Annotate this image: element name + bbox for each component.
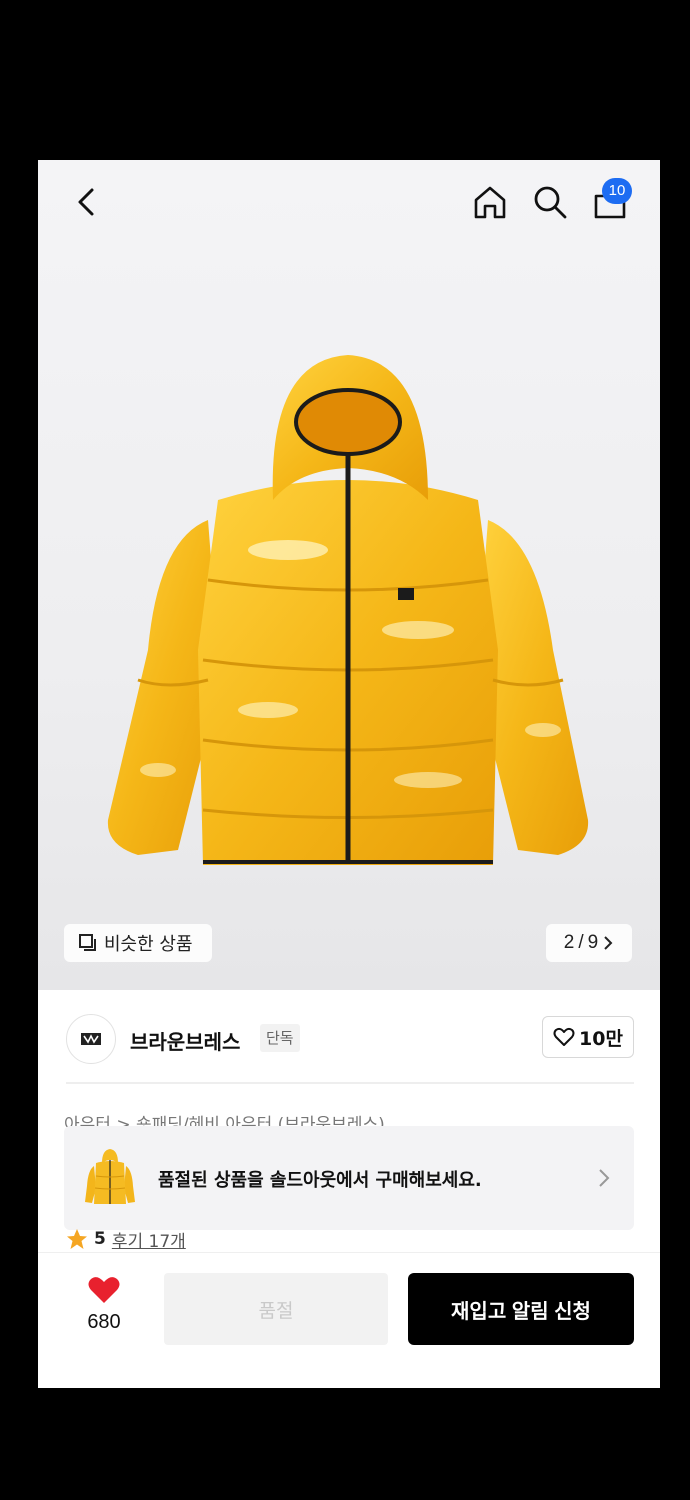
- brand-like-button[interactable]: 10만: [542, 1016, 634, 1058]
- similar-products-label: 비슷한 상품: [104, 934, 193, 955]
- star-icon: [67, 1229, 87, 1249]
- similar-products-button[interactable]: 비슷한 상품: [64, 924, 212, 962]
- soldout-banner-text: 품절된 상품을 솔드아웃에서 구매해보세요.: [158, 1170, 482, 1191]
- rating-row[interactable]: 5 후기 17개: [66, 1228, 186, 1250]
- chevron-right-icon: [599, 1169, 610, 1187]
- image-pager[interactable]: 2 / 9: [546, 924, 632, 962]
- brand-logo[interactable]: [66, 1014, 116, 1064]
- soldout-promo-banner[interactable]: 품절된 상품을 솔드아웃에서 구매해보세요.: [64, 1126, 634, 1230]
- similar-items-icon: [79, 934, 96, 951]
- heart-outline-icon: [553, 1027, 575, 1046]
- chevron-right-icon: [604, 936, 613, 950]
- wishlist-button[interactable]: 680: [74, 1275, 134, 1334]
- top-navigation-bar: 10: [38, 160, 660, 242]
- back-icon[interactable]: [66, 182, 106, 222]
- home-icon[interactable]: [470, 182, 510, 222]
- wishlist-count: 680: [87, 1311, 121, 1333]
- page-separator: /: [578, 932, 584, 953]
- review-count-link[interactable]: 후기 17개: [112, 1228, 186, 1251]
- restock-alert-button[interactable]: 재입고 알림 신청: [408, 1273, 634, 1345]
- product-image-gallery[interactable]: 10 비슷한 상품 2 / 9: [38, 160, 660, 990]
- brand-like-count: 10만: [579, 1027, 623, 1050]
- soldout-button: 품절: [164, 1273, 388, 1345]
- page-total: 9: [587, 932, 599, 953]
- banner-product-thumbnail: [85, 1149, 135, 1204]
- app-screen: 10 비슷한 상품 2 / 9 브라운브레스 단독 10만 아우터 > 숏패딩/…: [38, 160, 660, 1388]
- brand-row: 브라운브레스 단독 10만: [38, 990, 660, 1086]
- page-current: 2: [563, 932, 575, 953]
- exclusive-tag: 단독: [260, 1024, 300, 1052]
- cart-count-badge: 10: [602, 178, 632, 204]
- search-icon[interactable]: [530, 182, 570, 222]
- bottom-action-bar: 680 품절 재입고 알림 신청: [38, 1252, 660, 1388]
- product-image: [107, 355, 589, 865]
- heart-filled-icon: [88, 1277, 120, 1303]
- rating-score: 5: [94, 1229, 106, 1249]
- divider: [66, 1082, 634, 1084]
- brand-name[interactable]: 브라운브레스: [130, 1026, 240, 1055]
